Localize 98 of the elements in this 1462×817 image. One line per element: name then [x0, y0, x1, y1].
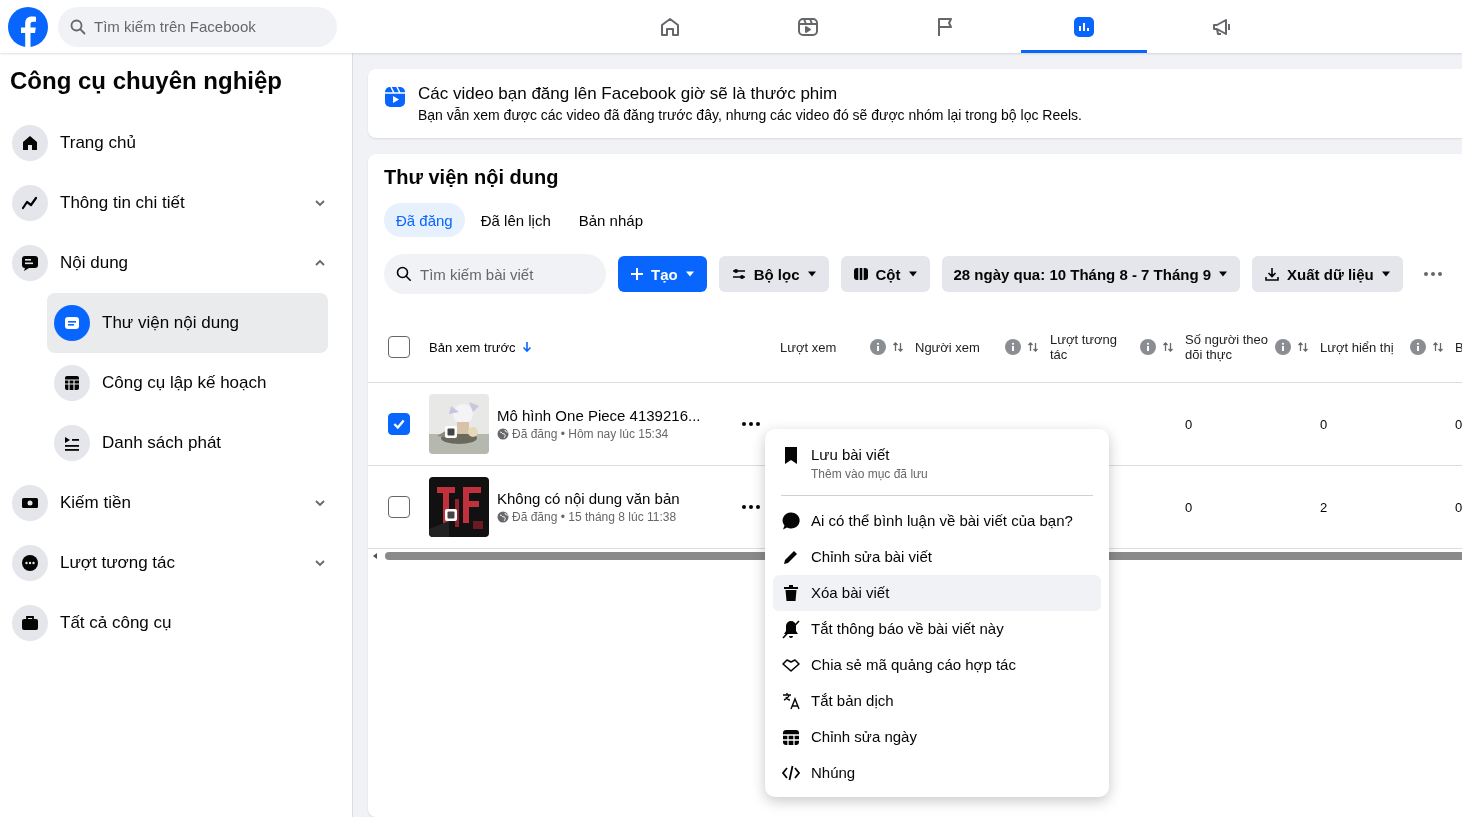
post-search-field[interactable]: Tìm kiếm bài viết: [384, 254, 606, 294]
post-title[interactable]: Mô hình One Piece 4139216...: [497, 407, 717, 424]
library-icon: [54, 305, 90, 341]
column-header[interactable]: Người xem: [915, 339, 999, 355]
export-button[interactable]: Xuất dữ liệu: [1252, 256, 1403, 292]
checkbox[interactable]: [387, 413, 410, 435]
table-cell: 0: [1185, 499, 1193, 515]
menu-item[interactable]: Nhúng: [773, 755, 1101, 791]
translate-icon: [781, 691, 801, 711]
logo-icon[interactable]: [8, 6, 48, 47]
sidebar-item[interactable]: Lượt tương tác: [12, 533, 328, 593]
info-icon[interactable]: [1410, 339, 1426, 355]
column-header[interactable]: Lượt hiển thị: [1320, 339, 1404, 355]
caret-icon: [684, 271, 695, 277]
table-cell: 0: [1185, 416, 1193, 432]
sidebar-subitem[interactable]: Thư viện nội dung: [47, 293, 328, 353]
menu-item[interactable]: Tắt bản dịch: [773, 683, 1101, 719]
caret-icon: [1218, 271, 1229, 277]
sidebar-subitem[interactable]: Công cụ lập kế hoạch: [47, 353, 328, 413]
calendar-icon: [54, 365, 90, 401]
caret-icon: [907, 271, 918, 277]
column-header[interactable]: Lượt tương tác: [1050, 332, 1134, 362]
column-header[interactable]: Lượt xem: [780, 339, 864, 355]
post-title[interactable]: Không có nội dung văn bản: [497, 490, 717, 507]
home-icon: [12, 125, 48, 161]
table-cell: 2: [1320, 499, 1328, 515]
menu-item[interactable]: Tắt thông báo về bài viết này: [773, 611, 1101, 647]
menu-item[interactable]: Chỉnh sửa ngày: [773, 719, 1101, 755]
menu-item[interactable]: Ai có thể bình luận về bài viết của bạn?: [773, 503, 1101, 539]
checkbox[interactable]: [387, 336, 410, 358]
globe-icon: [497, 511, 509, 523]
sidebar-item[interactable]: Trang chủ: [12, 113, 328, 173]
sidebar-item[interactable]: Kiếm tiền: [12, 473, 328, 533]
search-field[interactable]: Tìm kiếm trên Facebook: [58, 6, 337, 47]
checkbox[interactable]: [387, 496, 410, 518]
sidebar-subitem[interactable]: Danh sách phát: [47, 413, 328, 473]
sort-icon[interactable]: [1162, 341, 1174, 353]
chart-icon: [1072, 14, 1096, 39]
check-icon: [391, 417, 406, 431]
sort-down-icon[interactable]: [521, 341, 532, 353]
date-range-button[interactable]: 28 ngày qua: 10 Tháng 8 - 7 Tháng 9: [941, 256, 1241, 292]
sort-icon[interactable]: [1432, 341, 1444, 353]
tools-icon: [12, 605, 48, 641]
menu-item[interactable]: Xóa bài viết: [773, 575, 1101, 611]
insights-icon: [12, 185, 48, 221]
post-status: Đã đăng • 15 tháng 8 lúc 11:38: [512, 510, 677, 524]
info-icon[interactable]: [1005, 339, 1021, 355]
column-header[interactable]: Số người theo dõi thực: [1185, 332, 1269, 362]
info-icon[interactable]: [1140, 339, 1156, 355]
library-title: Thư viện nội dung: [384, 166, 560, 189]
money-icon: [12, 485, 48, 521]
column-header[interactable]: Bản xem trước: [429, 339, 516, 355]
scroll-left-icon[interactable]: [371, 552, 379, 560]
sidebar-item[interactable]: Nội dung: [12, 233, 328, 293]
sort-icon[interactable]: [892, 341, 904, 353]
table-cell: 0: [1455, 416, 1462, 432]
search-icon: [70, 18, 86, 35]
more-icon[interactable]: [742, 422, 760, 426]
columns-button[interactable]: Cột: [840, 256, 930, 292]
content-icon: [12, 245, 48, 281]
sidebar-item[interactable]: Thông tin chi tiết: [12, 173, 328, 233]
sort-icon[interactable]: [1297, 341, 1309, 353]
sliders-icon: [730, 266, 747, 282]
content-tab[interactable]: Đã đăng: [384, 203, 465, 237]
download-icon: [1264, 266, 1281, 282]
reels-icon: [384, 86, 406, 108]
code-icon: [781, 763, 801, 783]
plus-icon: [630, 267, 644, 281]
search-icon: [396, 266, 412, 282]
post-status: Đã đăng • Hôm nay lúc 15:34: [512, 427, 669, 441]
banner-text: Bạn vẫn xem được các video đã đăng trước đây, nhưng các video đó sẽ được nhóm lại trong bộ lọc Reels.: [418, 107, 1082, 123]
info-icon[interactable]: [870, 339, 886, 355]
content-tab[interactable]: Đã lên lịch: [468, 203, 563, 237]
create-button[interactable]: Tạo: [618, 256, 707, 292]
menu-item[interactable]: Chỉnh sửa bài viết: [773, 539, 1101, 575]
caret-icon: [806, 271, 817, 277]
sidebar-title: Công cụ chuyên nghiệp: [10, 66, 283, 96]
info-icon[interactable]: [1275, 339, 1291, 355]
sidebar-item[interactable]: Tất cả công cụ: [12, 593, 328, 653]
menu-item[interactable]: Lưu bài viết Thêm vào mục đã lưu: [773, 437, 1101, 489]
content-tab[interactable]: Bản nháp: [566, 203, 655, 237]
trash-icon: [781, 583, 801, 603]
table-cell: 0: [1320, 416, 1328, 432]
menu-item-subtitle: Thêm vào mục đã lưu: [811, 467, 928, 481]
engage-icon: [12, 545, 48, 581]
playlist-icon: [54, 425, 90, 461]
globe-icon: [497, 428, 509, 440]
caret-icon: [1380, 271, 1391, 277]
more-icon[interactable]: [742, 505, 760, 509]
menu-item[interactable]: Chia sẻ mã quảng cáo hợp tác: [773, 647, 1101, 683]
calendar-icon: [781, 727, 801, 747]
table-cell: 0: [1455, 499, 1462, 515]
comment-icon: [781, 511, 801, 531]
bell-icon: [781, 619, 801, 639]
banner-title: Các video bạn đăng lên Facebook giờ sẽ là thước phim: [418, 84, 839, 104]
filter-button[interactable]: Bộ lọc: [718, 256, 829, 292]
columns-icon: [852, 266, 869, 282]
sort-icon[interactable]: [1027, 341, 1039, 353]
